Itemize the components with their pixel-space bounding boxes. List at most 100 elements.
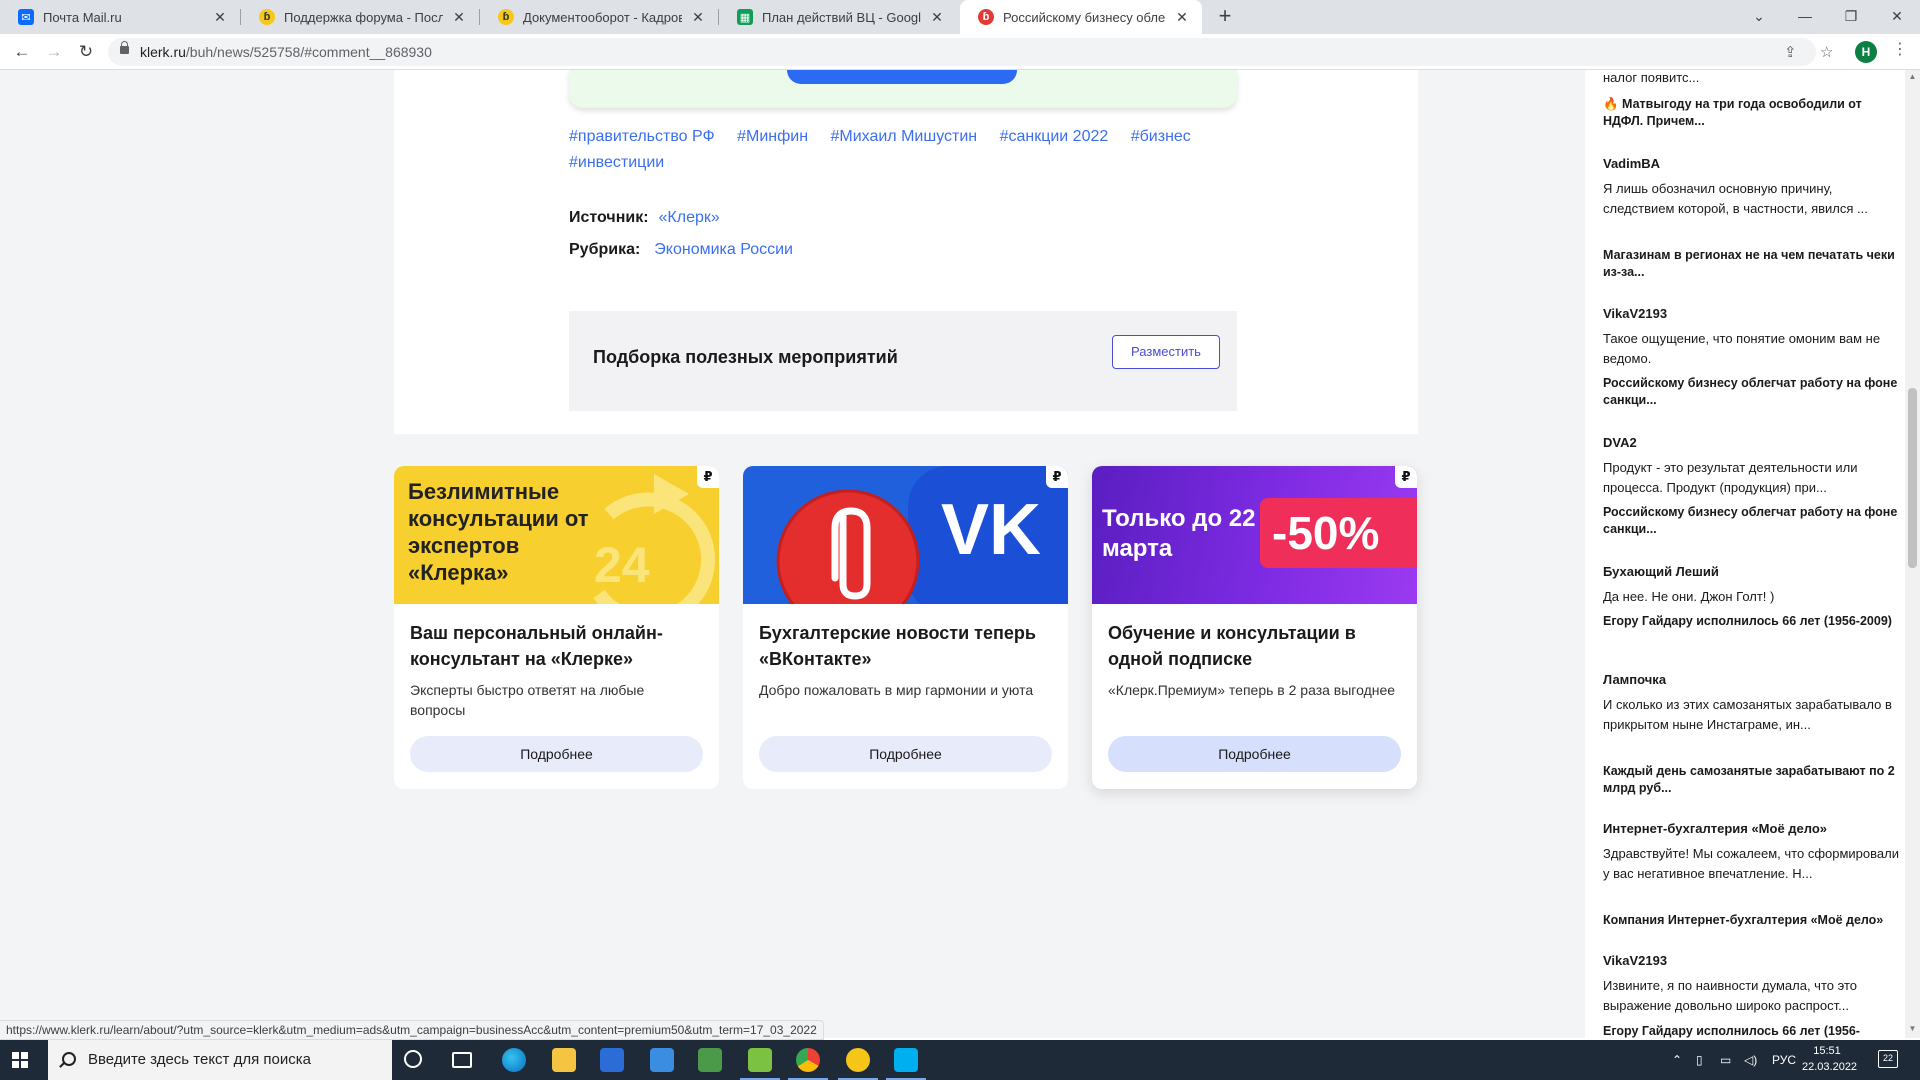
tag-link[interactable]: #инвестиции xyxy=(569,154,664,171)
comment-author[interactable]: VikaV2193 xyxy=(1603,304,1903,324)
comments-sidebar: налог появитс... 🔥 Матвыгоду на три года… xyxy=(1585,70,1905,1038)
forward-arrow-icon[interactable]: → xyxy=(42,41,66,63)
1c-icon[interactable] xyxy=(846,1048,870,1072)
promo-title[interactable]: Ваш персональный онлайн-консультант на «… xyxy=(410,620,710,672)
promo-banner[interactable]: Только до 22 марта -50% ₽ xyxy=(1092,466,1417,604)
rubric-link[interactable]: Экономика России xyxy=(654,241,793,258)
minimize-button[interactable]: — xyxy=(1782,0,1828,34)
new-tab-button[interactable]: + xyxy=(1212,4,1238,30)
language-indicator[interactable]: РУС xyxy=(1772,1040,1796,1080)
close-tab-icon[interactable]: ✕ xyxy=(1174,9,1190,26)
comment-author[interactable]: Интернет-бухгалтерия «Моё дело» xyxy=(1603,819,1903,839)
comment-author[interactable]: DVA2 xyxy=(1603,433,1903,453)
notification-center-icon[interactable]: 22 xyxy=(1878,1050,1898,1068)
store-icon[interactable] xyxy=(600,1048,624,1072)
comment-text[interactable]: Продукт - это результат деятельности или… xyxy=(1603,458,1903,498)
promo-card-consultant[interactable]: Безлимитные консультации от экспертов «К… xyxy=(394,466,719,789)
tag-link[interactable]: #санкции 2022 xyxy=(1000,128,1109,145)
comment-text[interactable]: Такое ощущение, что понятие омоним вам н… xyxy=(1603,329,1903,369)
lock-icon[interactable] xyxy=(120,41,129,54)
promo-banner[interactable]: Безлимитные консультации от экспертов «К… xyxy=(394,466,719,604)
scroll-down-icon[interactable]: ▼ xyxy=(1908,1024,1917,1033)
calculator-icon[interactable] xyxy=(698,1048,722,1072)
rubric-row: Рубрика: Экономика России xyxy=(569,241,793,258)
tab-strip: ✉ Почта Mail.ru ✕ ɓ Поддержка форума - П… xyxy=(0,0,1920,34)
windows-start-icon[interactable] xyxy=(12,1052,28,1068)
comment-article-link[interactable]: Магазинам в регионах не на чем печатать … xyxy=(1603,247,1903,281)
show-hidden-icons[interactable]: ⌃ xyxy=(1672,1040,1682,1080)
promo-title[interactable]: Бухгалтерские новости теперь «ВКонтакте» xyxy=(759,620,1059,672)
more-button[interactable]: Подробнее xyxy=(1108,736,1401,772)
events-title: Подборка полезных мероприятий xyxy=(593,347,898,367)
promo-banner[interactable]: VK ₽ xyxy=(743,466,1068,604)
close-window-button[interactable]: ✕ xyxy=(1874,0,1920,34)
chrome-icon[interactable] xyxy=(796,1048,820,1072)
back-arrow-icon[interactable]: ← xyxy=(10,41,34,63)
mail-app-icon[interactable] xyxy=(650,1048,674,1072)
edge-icon[interactable] xyxy=(502,1048,526,1072)
page-scrollbar[interactable]: ▲ ▼ xyxy=(1905,70,1920,1038)
promo-card-vk[interactable]: VK ₽ Бухгалтерские новости теперь «ВКонт… xyxy=(743,466,1068,789)
close-tab-icon[interactable]: ✕ xyxy=(212,9,228,26)
skype-icon[interactable] xyxy=(894,1048,918,1072)
klerk-icon: ɓ xyxy=(259,9,275,25)
mail-icon: ✉ xyxy=(18,9,34,25)
comment-article-link[interactable]: Каждый день самозанятые зарабатывают по … xyxy=(1603,763,1903,797)
comment-article-link[interactable]: Российскому бизнесу облегчат работу на ф… xyxy=(1603,504,1903,538)
tag-link[interactable]: #бизнес xyxy=(1131,128,1191,145)
file-explorer-icon[interactable] xyxy=(552,1048,576,1072)
comment-article-link[interactable]: Егору Гайдару исполнилось 66 лет (1956-2… xyxy=(1603,613,1903,630)
share-icon[interactable]: ⇪ xyxy=(1784,43,1797,61)
tag-link[interactable]: #Минфин xyxy=(737,128,808,145)
tab-search-icon[interactable]: ⌄ xyxy=(1736,0,1782,34)
comment-text[interactable]: Извините, я по наивности думала, что это… xyxy=(1603,976,1903,1016)
scrollbar-thumb[interactable] xyxy=(1908,388,1917,568)
battery-icon[interactable]: ▯ xyxy=(1696,1040,1703,1080)
network-icon[interactable]: ▭ xyxy=(1720,1040,1731,1080)
tab-sheets[interactable]: ▦ План действий ВЦ - Google Таб ✕ xyxy=(719,0,957,34)
promo-card-premium[interactable]: Только до 22 марта -50% ₽ Обучение и кон… xyxy=(1092,466,1417,789)
android-app-icon[interactable] xyxy=(748,1048,772,1072)
comment-article-link[interactable]: Компания Интернет-бухгалтерия «Моё дело» xyxy=(1603,912,1903,929)
maximize-button[interactable]: ❐ xyxy=(1828,0,1874,34)
promo-title[interactable]: Обучение и консультации в одной подписке xyxy=(1108,620,1408,672)
more-button[interactable]: Подробнее xyxy=(759,736,1052,772)
place-event-button[interactable]: Разместить xyxy=(1112,335,1220,369)
cortana-icon[interactable] xyxy=(404,1050,422,1068)
comment-author[interactable]: VadimBA xyxy=(1603,154,1903,174)
comment-author[interactable]: VikaV2193 xyxy=(1603,951,1903,971)
source-link[interactable]: «Клерк» xyxy=(659,209,720,226)
address-bar[interactable]: klerk.ru/buh/news/525758/#comment__86893… xyxy=(108,38,1833,66)
comment-article-link[interactable]: Егору Гайдару исполнилось 66 лет (1956- xyxy=(1603,1023,1903,1038)
tab-docs[interactable]: ɓ Документооборот - Кадровый у ✕ xyxy=(480,0,718,34)
comment-text[interactable]: Здравствуйте! Мы сожалеем, что сформиров… xyxy=(1603,844,1903,884)
close-tab-icon[interactable]: ✕ xyxy=(690,9,706,26)
profile-avatar[interactable]: H xyxy=(1855,41,1877,63)
comment-text[interactable]: Да нее. Не они. Джон Голт! ) xyxy=(1603,587,1903,607)
comment-text[interactable]: Я лишь обозначил основную причину, следс… xyxy=(1603,179,1903,219)
address-url[interactable]: klerk.ru/buh/news/525758/#comment__86893… xyxy=(140,44,432,60)
comment-article-link[interactable]: Российскому бизнесу облегчат работу на ф… xyxy=(1603,375,1903,409)
tag-link[interactable]: #Михаил Мишустин xyxy=(830,128,977,145)
taskbar-clock[interactable]: 15:51 22.03.2022 xyxy=(1802,1043,1857,1075)
close-tab-icon[interactable]: ✕ xyxy=(929,9,945,26)
comment-text[interactable]: И сколько из этих самозанятых зарабатыва… xyxy=(1603,695,1903,735)
reload-icon[interactable]: ↻ xyxy=(74,41,98,63)
more-button[interactable]: Подробнее xyxy=(410,736,703,772)
taskbar-search-box[interactable]: Введите здесь текст для поиска xyxy=(48,1040,392,1080)
tag-link[interactable]: #правительство РФ xyxy=(569,128,715,145)
bookmark-star-icon[interactable]: ☆ xyxy=(1820,43,1833,61)
browser-menu-icon[interactable]: ⋮ xyxy=(1892,42,1908,58)
scroll-up-icon[interactable]: ▲ xyxy=(1908,72,1917,81)
tab-forum[interactable]: ɓ Поддержка форума - Последни ✕ xyxy=(241,0,479,34)
task-view-icon[interactable] xyxy=(452,1052,472,1068)
tab-mail[interactable]: ✉ Почта Mail.ru ✕ xyxy=(0,0,240,34)
comment-author[interactable]: Лампочка xyxy=(1603,670,1903,690)
tab-active-article[interactable]: ɓ Российскому бизнесу облегчат ✕ xyxy=(960,0,1202,34)
comment-author[interactable]: Бухающий Леший xyxy=(1603,562,1903,582)
close-tab-icon[interactable]: ✕ xyxy=(451,9,467,26)
subscribe-button[interactable] xyxy=(787,70,1017,84)
comment-article-link[interactable]: 🔥 Матвыгоду на три года освободили от НД… xyxy=(1603,96,1903,130)
volume-icon[interactable]: ◁) xyxy=(1744,1040,1757,1080)
promo-desc: «Клерк.Премиум» теперь в 2 раза выгоднее xyxy=(1108,682,1396,698)
